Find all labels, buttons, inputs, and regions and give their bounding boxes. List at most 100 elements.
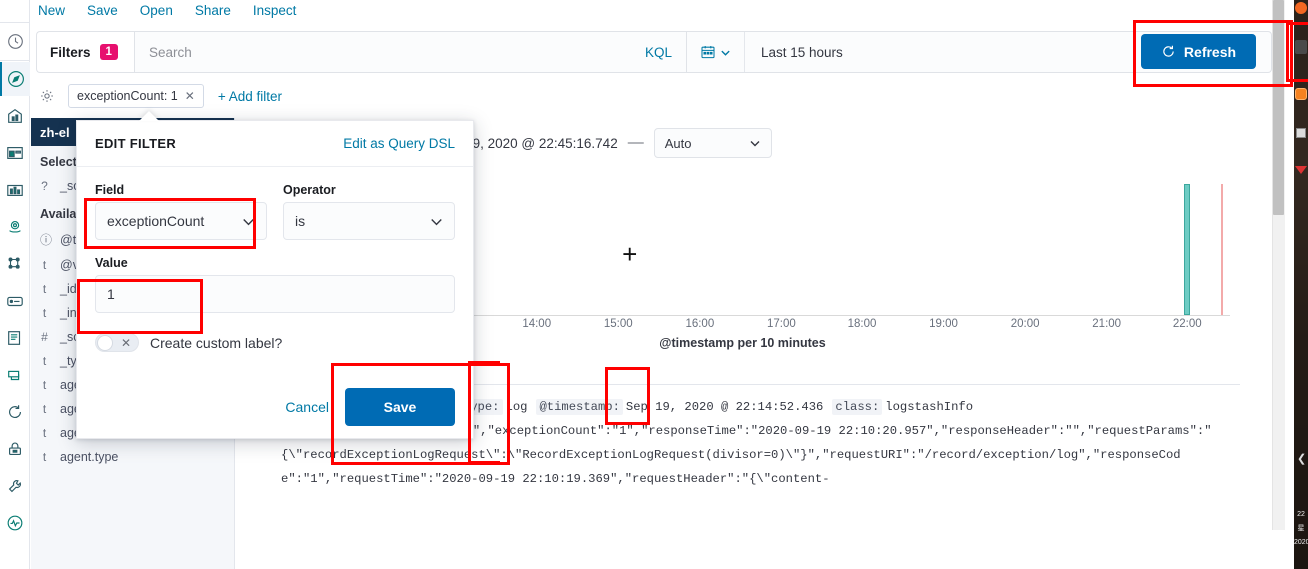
field-item-agent-type[interactable]: t agent.type [31, 445, 234, 469]
monitoring-icon [7, 515, 23, 531]
chevron-down-icon [431, 218, 442, 225]
edit-as-query-dsl-link[interactable]: Edit as Query DSL [343, 136, 455, 151]
siem-icon [9, 442, 21, 455]
chevron-down-icon [750, 141, 760, 147]
close-icon: ✕ [120, 336, 131, 350]
filter-pill-exceptioncount[interactable]: exceptionCount: 1 ✕ [68, 84, 204, 108]
field-value: logstashInfo [885, 400, 974, 414]
x-tick: 17:00 [767, 318, 796, 330]
rail-item-ml[interactable] [0, 284, 30, 318]
canvas-icon [7, 147, 23, 159]
popover-body: Field exceptionCount Operator is Value 1… [77, 167, 473, 352]
metrics-icon [8, 370, 20, 381]
histogram-dash: — [627, 134, 644, 151]
field-group: Field exceptionCount [95, 183, 267, 240]
desktop-clock-day: 星 [1297, 525, 1305, 532]
calendar-quick-menu-button[interactable] [687, 32, 745, 72]
x-tick: 19:00 [929, 318, 958, 330]
field-combobox[interactable]: exceptionCount [95, 202, 267, 240]
add-filter-button[interactable]: + Add filter [218, 89, 282, 104]
refresh-button[interactable]: Refresh [1141, 34, 1256, 69]
filter-options-button[interactable] [36, 88, 58, 104]
operator-combobox[interactable]: is [283, 202, 455, 240]
ml-icon [7, 296, 23, 307]
clock-icon [7, 33, 23, 49]
desktop-icon-player[interactable] [1295, 166, 1307, 174]
field-type-icon: # [41, 330, 48, 344]
chart-bar[interactable] [1184, 183, 1191, 315]
x-tick: 14:00 [522, 318, 552, 330]
chevron-left-icon[interactable]: ❮ [1297, 452, 1306, 465]
create-custom-label-toggle[interactable]: ✕ [95, 333, 139, 352]
rail-item-visualize[interactable] [0, 173, 30, 207]
topnav-share[interactable]: Share [195, 0, 231, 22]
field-value: Sep 19, 2020 @ 22:14:52.436 [625, 400, 824, 414]
rail-item-siem[interactable] [0, 432, 30, 466]
popover-header: EDIT FILTER Edit as Query DSL [77, 121, 473, 167]
field-type-icon: ⓘ [40, 233, 53, 247]
rail-item-metrics[interactable] [0, 358, 30, 392]
maps-icon [9, 221, 21, 233]
search-input[interactable] [149, 44, 645, 60]
calendar-icon [701, 46, 715, 59]
field-name: _id [60, 282, 77, 296]
search-bar[interactable]: KQL [134, 31, 687, 73]
desktop-icon-vlc[interactable] [1295, 88, 1307, 100]
topnav-open[interactable]: Open [140, 0, 173, 22]
page-scrollbar-thumb[interactable] [1273, 0, 1284, 215]
rail-item-recent[interactable] [0, 24, 30, 58]
index-pattern-name: zh-el [40, 124, 70, 140]
date-range-label[interactable]: Last 15 hours [745, 45, 1184, 60]
popover-arrow [139, 111, 159, 121]
desktop-icon-firefox[interactable] [1295, 2, 1307, 14]
desktop-icon-terminal[interactable] [1295, 40, 1307, 54]
close-icon[interactable]: ✕ [185, 89, 195, 103]
devtools-icon [8, 480, 21, 493]
toggle-knob [97, 335, 113, 351]
rail-item-maps[interactable] [0, 210, 30, 244]
popover-footer: Cancel Save [77, 376, 473, 438]
custom-label-row: ✕ Create custom label? [95, 333, 455, 352]
interval-select[interactable]: Auto [653, 128, 772, 158]
refresh-label: Refresh [1183, 43, 1237, 60]
operator-combobox-value: is [295, 213, 306, 229]
desktop-icon-image[interactable] [1296, 128, 1306, 138]
edit-filter-popover: EDIT FILTER Edit as Query DSL Field exce… [76, 120, 474, 439]
rail-item-canvas[interactable] [0, 136, 30, 170]
field-name: agent.type [60, 450, 119, 464]
discover-topnav: New Save Open Share Inspect [31, 0, 1272, 22]
topnav-inspect[interactable]: Inspect [253, 0, 297, 22]
chart-time-marker [1221, 183, 1224, 315]
value-input[interactable] [95, 275, 455, 313]
compass-icon [8, 71, 24, 87]
query-language-button[interactable]: KQL [645, 45, 672, 60]
field-key: @timestamp: [536, 399, 623, 415]
rail-item-uptime[interactable] [0, 395, 30, 429]
query-bar: Filters 1 KQL Last 15 hours Show dates [36, 31, 1272, 73]
field-type-icon: t [42, 426, 47, 440]
rail-item-discover[interactable] [0, 62, 30, 96]
chevron-down-icon [721, 50, 730, 56]
rail-item-dashboard[interactable] [0, 99, 30, 133]
logs-icon [8, 331, 21, 345]
field-type-icon: ? [41, 179, 48, 193]
rail-item-logs[interactable] [0, 321, 30, 355]
filters-label: Filters [50, 44, 91, 60]
topnav-new[interactable]: New [38, 0, 65, 22]
operator-label: Operator [283, 183, 336, 197]
cancel-button[interactable]: Cancel [285, 399, 329, 415]
desktop-background: ❮ 22 星 2020 [1294, 0, 1308, 569]
desktop-clock-time: 22 [1297, 511, 1305, 518]
rail-item-monitoring[interactable] [0, 506, 30, 540]
gear-icon [41, 90, 53, 102]
rail-item-devtools[interactable] [0, 469, 30, 503]
field-combobox-value: exceptionCount [107, 213, 205, 229]
custom-label-text: Create custom label? [150, 334, 283, 351]
topnav-save[interactable]: Save [87, 0, 118, 22]
rail-item-graph[interactable] [0, 247, 30, 281]
value-group: Value [95, 256, 455, 313]
chart-crosshair-cursor: + [622, 238, 638, 269]
filters-button[interactable]: Filters 1 [36, 31, 134, 73]
save-button[interactable]: Save [345, 388, 455, 426]
field-label: Field [95, 183, 125, 197]
